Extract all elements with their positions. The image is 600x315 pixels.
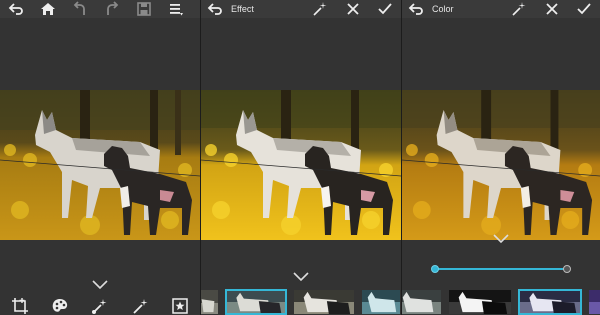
color-title: Color <box>432 4 454 14</box>
undo-arrow-icon[interactable] <box>0 0 32 18</box>
photo-canvas[interactable] <box>201 90 401 240</box>
close-icon[interactable] <box>337 0 369 18</box>
effect-title: Effect <box>231 4 254 14</box>
sticker-star-icon[interactable] <box>171 297 189 315</box>
collapse-chevron-icon[interactable] <box>92 280 108 290</box>
palette-icon[interactable] <box>51 297 69 315</box>
magic-wand-icon[interactable] <box>131 297 149 315</box>
redo-icon[interactable] <box>96 0 128 18</box>
close-icon[interactable] <box>536 0 568 18</box>
collapse-chevron-icon[interactable] <box>493 234 509 244</box>
effect-thumbnail[interactable] <box>361 289 401 315</box>
main-toolbar <box>0 0 200 18</box>
effect-toolbar: Effect <box>201 0 401 18</box>
tool-bar <box>0 296 200 315</box>
effect-thumbnail-strip <box>201 289 400 315</box>
magic-wand-brush-icon[interactable] <box>91 297 109 315</box>
back-icon[interactable] <box>402 0 430 18</box>
undo-icon[interactable] <box>64 0 96 18</box>
magic-wand-icon[interactable] <box>303 0 337 18</box>
magic-wand-icon[interactable] <box>502 0 536 18</box>
photo-canvas[interactable] <box>0 90 200 240</box>
collapse-chevron-icon[interactable] <box>293 272 309 282</box>
color-panel: Color <box>402 0 600 315</box>
check-icon[interactable] <box>369 0 401 18</box>
crop-icon[interactable] <box>11 297 29 315</box>
photo-canvas[interactable] <box>402 90 600 240</box>
slider-fill <box>434 268 568 270</box>
save-icon[interactable] <box>128 0 160 18</box>
color-thumbnail[interactable] <box>448 289 512 315</box>
color-toolbar: Color <box>402 0 600 18</box>
effect-thumbnail[interactable] <box>225 289 287 315</box>
menu-icon[interactable] <box>160 0 192 18</box>
color-thumbnail[interactable] <box>518 289 582 315</box>
color-intensity-slider[interactable] <box>431 264 571 274</box>
color-thumbnail-strip <box>402 289 600 315</box>
effect-thumbnail[interactable] <box>293 289 355 315</box>
slider-start-handle[interactable] <box>431 265 439 273</box>
back-icon[interactable] <box>201 0 229 18</box>
check-icon[interactable] <box>568 0 600 18</box>
color-thumbnail[interactable] <box>402 289 442 315</box>
home-icon[interactable] <box>32 0 64 18</box>
effect-panel: Effect <box>201 0 401 315</box>
slider-end-handle[interactable] <box>563 265 571 273</box>
editor-panel <box>0 0 200 315</box>
effect-thumbnail[interactable] <box>201 289 219 315</box>
color-thumbnail[interactable] <box>588 289 600 315</box>
